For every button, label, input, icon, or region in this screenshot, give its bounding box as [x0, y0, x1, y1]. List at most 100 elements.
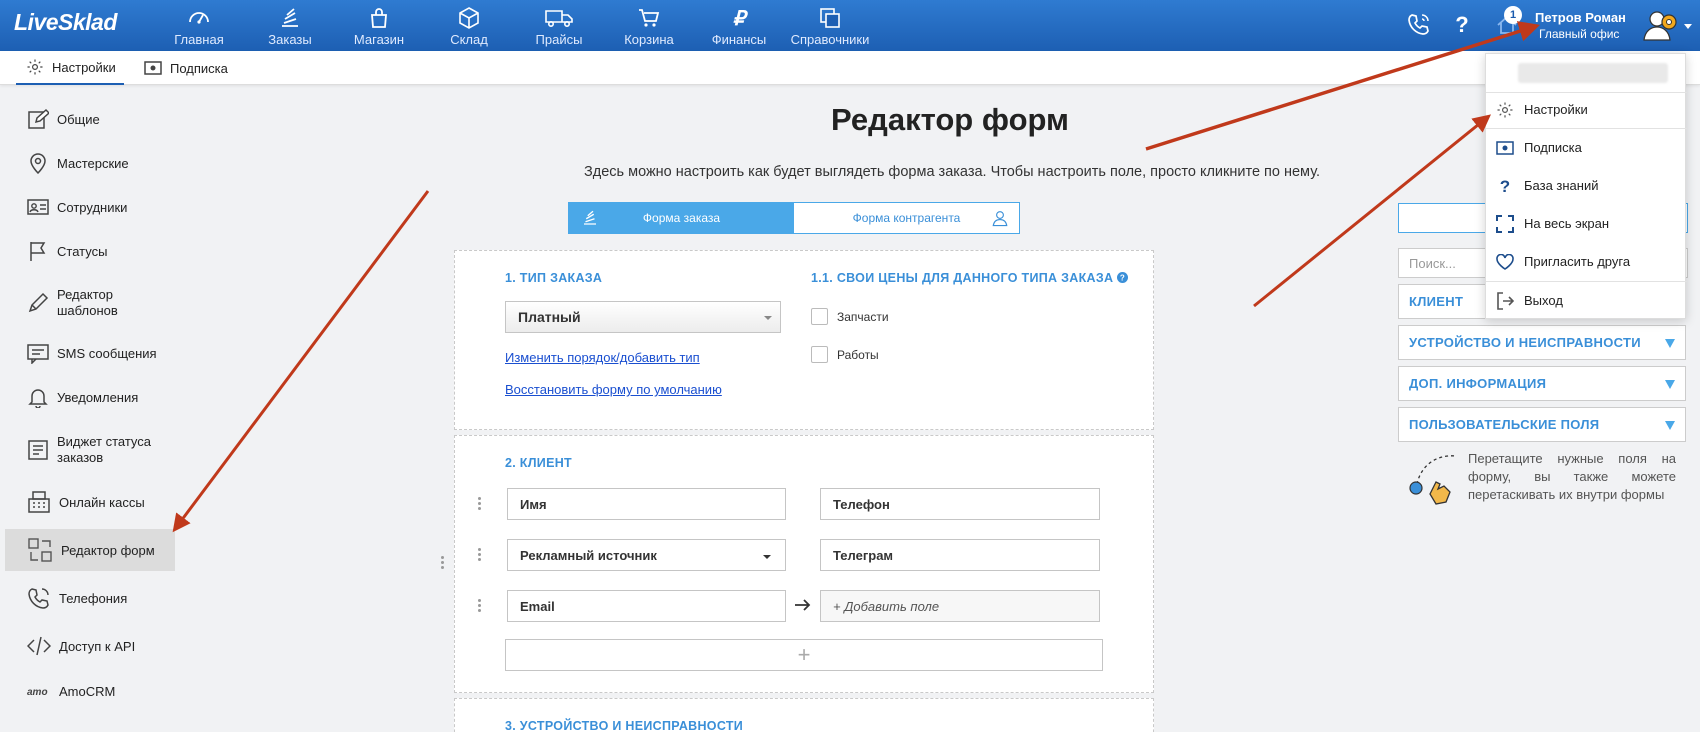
id-card-icon	[27, 199, 49, 215]
checkbox-box[interactable]	[811, 308, 828, 325]
menu-item-fullscreen[interactable]: На весь экран	[1486, 205, 1687, 242]
copy-icon	[820, 8, 840, 28]
svg-text:?: ?	[1455, 12, 1468, 36]
tab-counterparty-form[interactable]: Форма контрагента	[794, 203, 1019, 233]
tab-order-form-label: Форма заказа	[642, 211, 721, 225]
nav-warehouse[interactable]: Склад	[424, 4, 514, 48]
menu-item-logout[interactable]: Выход	[1486, 282, 1687, 319]
menu-item-subscription[interactable]: Подписка	[1486, 129, 1687, 166]
sidebar-item-general[interactable]: Общие	[5, 108, 175, 130]
ruble-icon: ₽	[733, 8, 749, 30]
sidebar-item-form-editor[interactable]: Редактор форм	[5, 529, 175, 571]
checkbox-label: Запчасти	[837, 309, 889, 324]
field-name[interactable]: Имя	[507, 488, 786, 520]
menu-item-knowledge-base[interactable]: ? База знаний	[1486, 167, 1687, 204]
custom-prices-title-text: 1.1. СВОИ ЦЕНЫ ДЛЯ ДАННОГО ТИПА ЗАКАЗА	[811, 271, 1114, 285]
nav-home[interactable]: Главная	[154, 4, 244, 48]
bell-icon	[28, 389, 48, 408]
sidebar-item-employees[interactable]: Сотрудники	[5, 196, 175, 218]
drag-handle[interactable]	[478, 599, 482, 614]
tab-order-form[interactable]: Форма заказа	[569, 203, 794, 233]
sidebar-item-label: Редактор шаблонов	[57, 287, 118, 319]
drag-handle[interactable]	[478, 548, 482, 563]
section-drag-handle[interactable]	[441, 556, 445, 571]
add-row-button[interactable]: +	[505, 639, 1103, 671]
sidebar-item-amocrm[interactable]: amo AmoCRM	[5, 680, 175, 702]
nav-finance[interactable]: ₽ Финансы	[694, 4, 784, 48]
add-field-slot[interactable]: + Добавить поле	[820, 590, 1100, 622]
user-menu-caret[interactable]	[1684, 24, 1692, 29]
sidebar-item-label-line1: Виджет статуса	[57, 434, 152, 449]
menu-item-settings[interactable]: Настройки	[1486, 91, 1687, 128]
sidebar-item-label: Доступ к API	[59, 638, 136, 654]
gear-icon	[27, 59, 43, 75]
sidebar-item-telephony[interactable]: Телефония	[5, 586, 175, 610]
checkbox-works[interactable]: Работы	[811, 346, 879, 363]
arrow-right-icon	[795, 599, 811, 611]
menu-item-label: На весь экран	[1524, 216, 1610, 231]
menu-item-invite[interactable]: Пригласить друга	[1486, 243, 1687, 280]
code-icon	[27, 636, 51, 656]
svg-text:?: ?	[1500, 177, 1510, 195]
sidebar-item-label: AmoCRM	[59, 683, 116, 699]
nav-shop-label: Магазин	[353, 32, 405, 47]
sidebar-item-api[interactable]: Доступ к API	[5, 634, 175, 658]
form-type-tabs: Форма заказа Форма контрагента	[568, 202, 1020, 234]
field-ad-source-label: Рекламный источник	[520, 547, 657, 563]
nav-cart[interactable]: Корзина	[604, 4, 694, 48]
location-pin-icon	[30, 153, 46, 174]
checkbox-box[interactable]	[811, 346, 828, 363]
nav-cart-label: Корзина	[624, 32, 674, 47]
sidebar-item-notifications[interactable]: Уведомления	[5, 386, 175, 408]
change-order-link[interactable]: Изменить порядок/добавить тип	[505, 350, 700, 365]
field-group-device[interactable]: УСТРОЙСТВО И НЕИСПРАВНОСТИ	[1398, 325, 1686, 360]
orders-icon	[282, 8, 298, 27]
nav-refs[interactable]: Справочники	[784, 4, 876, 48]
field-email[interactable]: Email	[507, 590, 786, 622]
sidebar-item-sms[interactable]: SMS сообщения	[5, 342, 175, 364]
sidebar-item-template-editor[interactable]: Редактор шаблонов	[5, 285, 175, 321]
nav-shop[interactable]: Магазин	[334, 4, 424, 48]
section-order-type-title: 1. ТИП ЗАКАЗА	[505, 271, 603, 285]
amo-logo-icon: amo	[27, 687, 48, 698]
field-group-extra[interactable]: ДОП. ИНФОРМАЦИЯ	[1398, 366, 1686, 401]
order-type-select[interactable]: Платный	[505, 301, 781, 333]
help-circle-icon[interactable]: ?	[1117, 272, 1129, 283]
sidebar-item-status-widget[interactable]: Виджет статуса заказов	[5, 432, 175, 468]
page-title: Редактор форм	[831, 102, 1069, 137]
app-logo[interactable]: LiveSklad	[14, 9, 117, 36]
field-ad-source[interactable]: Рекламный источник	[507, 539, 786, 571]
sub-navbar: Настройки Подписка	[0, 51, 1700, 85]
menu-item-label: Выход	[1524, 293, 1563, 308]
sidebar-item-online-cash[interactable]: Онлайн кассы	[5, 490, 175, 514]
phone-icon	[28, 588, 49, 609]
avatar[interactable]	[1640, 6, 1678, 44]
sidebar-item-label: Онлайн кассы	[59, 494, 145, 510]
field-telegram[interactable]: Телеграм	[820, 539, 1100, 571]
drag-handle[interactable]	[478, 497, 482, 512]
sidebar-item-statuses[interactable]: Статусы	[5, 240, 175, 262]
user-icon	[992, 211, 1008, 227]
shop-bag-icon	[371, 8, 387, 28]
svg-text:amo: amo	[27, 687, 48, 698]
tab-counterparty-form-label: Форма контрагента	[852, 211, 961, 225]
nav-orders[interactable]: Заказы	[245, 4, 335, 48]
field-phone[interactable]: Телефон	[820, 488, 1100, 520]
plus-icon: +	[797, 642, 811, 667]
page-description: Здесь можно настроить как будет выглядет…	[583, 164, 1321, 180]
nav-prices[interactable]: Прайсы	[514, 4, 604, 48]
sidebar-item-label: Виджет статуса заказов	[57, 434, 151, 466]
sidebar-item-workshops[interactable]: Мастерские	[5, 152, 175, 174]
phone-call-icon[interactable]	[1407, 12, 1431, 36]
field-group-custom[interactable]: ПОЛЬЗОВАТЕЛЬСКИЕ ПОЛЯ	[1398, 407, 1686, 442]
checkbox-parts[interactable]: Запчасти	[811, 308, 889, 325]
user-office[interactable]: Главный офис	[1539, 27, 1619, 41]
restore-form-link[interactable]: Восстановить форму по умолчанию	[505, 382, 722, 397]
nav-orders-label: Заказы	[268, 32, 312, 47]
logout-icon	[1497, 291, 1514, 310]
tab-subscription[interactable]: Подписка	[144, 51, 228, 85]
triangle-down-icon	[1665, 421, 1675, 430]
help-icon[interactable]: ?	[1452, 12, 1472, 36]
tab-settings[interactable]: Настройки	[16, 51, 124, 85]
user-name[interactable]: Петров Роман	[1535, 10, 1626, 25]
